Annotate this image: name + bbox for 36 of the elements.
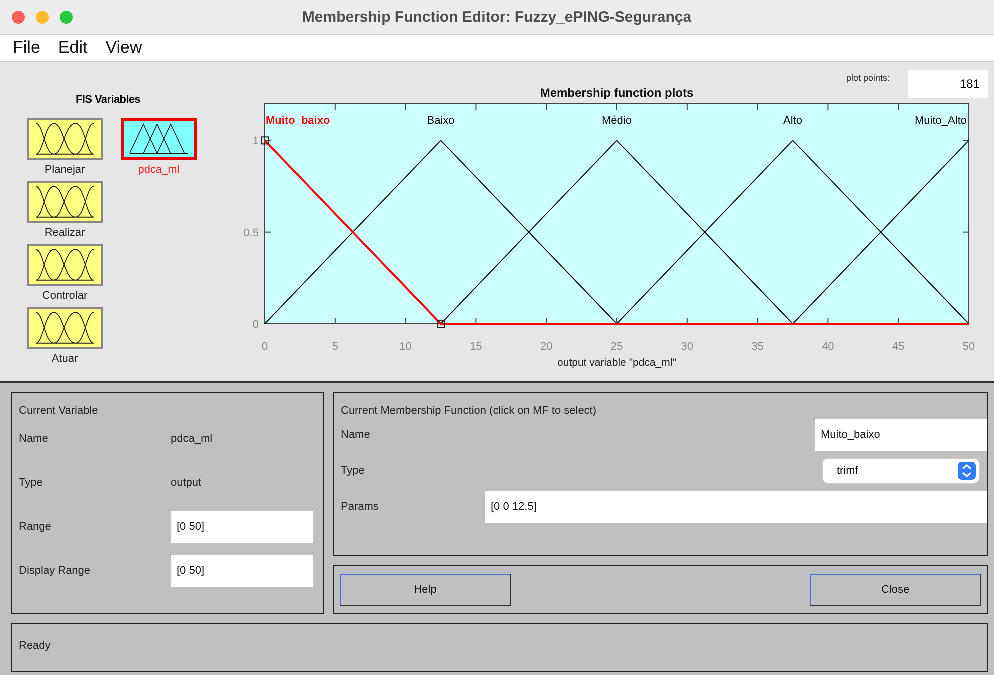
x-axis-label: output variable "pdca_ml" [558,357,676,369]
field-label: Type [341,465,366,477]
field-label: Display Range [19,565,92,577]
field-value: output [171,477,202,489]
x-tick-label: 15 [470,341,482,353]
x-tick-label: 50 [962,341,976,353]
x-tick-label: 35 [752,341,764,353]
y-tick-label: 0 [252,319,259,331]
y-tick-label: 0.5 [244,227,259,240]
x-tick-label: 5 [332,341,338,353]
variable-label: Atuar [52,353,78,365]
panel-title: Current Membership Function (click on MF to select) [341,405,598,417]
plot-points-label: plot points: [846,73,890,83]
chart-title: Membership function plots [540,86,694,100]
field-label: Range [19,521,52,533]
panel-title: Current Variable [19,405,100,417]
x-tick-label: 45 [892,341,905,353]
variable-label: Realizar [44,227,86,239]
x-tick-label: 10 [400,341,412,353]
x-tick-label: 20 [540,341,553,353]
variable-label: Planejar [44,164,86,176]
variable-label: Controlar [42,290,88,302]
field-label: Params [341,501,380,513]
field-label: Type [19,477,44,489]
field-label: Name [19,433,50,445]
y-tick-label: 1 [252,136,259,148]
x-tick-label: 30 [681,341,694,353]
x-tick-label: 40 [822,341,834,353]
x-tick-label: 25 [610,341,624,353]
field-label: Name [341,429,372,441]
x-tick-label: 0 [262,341,268,353]
status-text: Ready [19,640,51,652]
field-value: pdca_ml [171,433,213,445]
window-title: Membership Function Editor: Fuzzy_ePING-Segurança [302,8,692,26]
fis-variables-title: FIS Variables [75,94,142,106]
variable-label: pdca_ml [138,164,180,176]
